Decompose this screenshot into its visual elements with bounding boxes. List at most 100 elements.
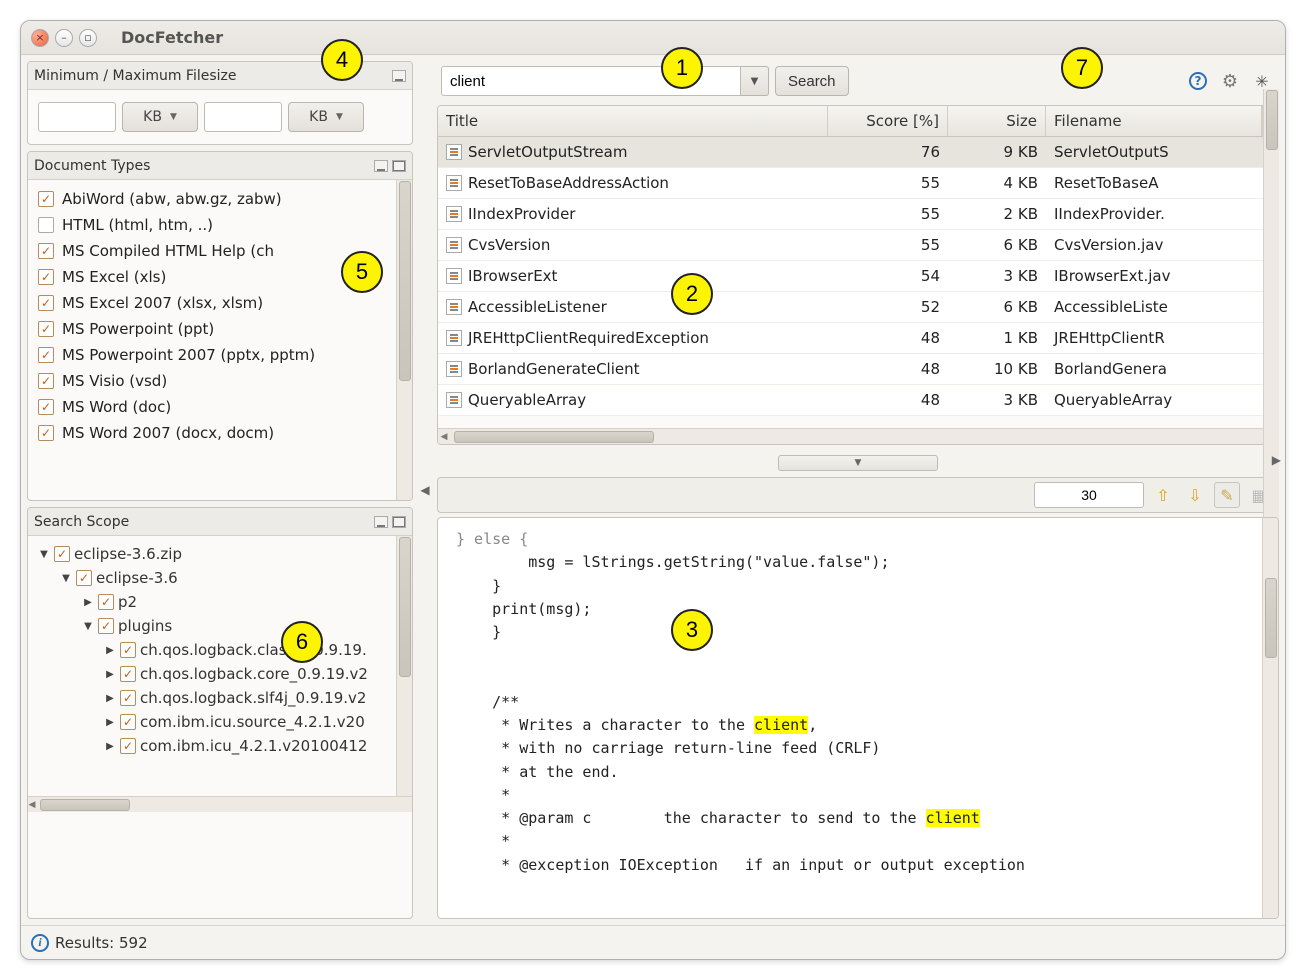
close-icon[interactable]: ×	[31, 29, 49, 47]
tree-expand-icon[interactable]: ▶	[104, 669, 116, 680]
panel-collapse-icon[interactable]: ◀	[419, 61, 431, 919]
minimize-icon[interactable]: –	[55, 29, 73, 47]
doctype-item[interactable]: MS Visio (vsd)	[34, 368, 406, 394]
doctype-label: MS Powerpoint 2007 (pptx, pptm)	[62, 346, 315, 364]
table-row[interactable]: AccessibleListener 52 6 KB AccessibleLis…	[438, 292, 1278, 323]
panel-minimize-icon[interactable]	[392, 70, 406, 82]
document-icon	[446, 392, 462, 408]
tree-item[interactable]: ▼plugins	[34, 614, 406, 638]
checkbox-icon[interactable]	[38, 347, 54, 363]
checkbox-icon[interactable]	[120, 714, 136, 730]
table-row[interactable]: ResetToBaseAddressAction 55 4 KB ResetTo…	[438, 168, 1278, 199]
callout-7: 7	[1061, 47, 1103, 89]
vertical-scrollbar[interactable]	[396, 180, 412, 500]
checkbox-icon[interactable]	[38, 425, 54, 441]
col-size[interactable]: Size	[948, 106, 1046, 136]
checkbox-icon[interactable]	[38, 399, 54, 415]
horizontal-scrollbar[interactable]: ◀ ▶	[438, 428, 1278, 444]
vertical-scrollbar[interactable]	[1262, 518, 1278, 918]
panel-minimize-icon[interactable]	[374, 516, 388, 528]
vertical-scrollbar[interactable]	[396, 536, 412, 796]
horizontal-scrollbar[interactable]: ◀	[28, 796, 412, 812]
table-row[interactable]: JREHttpClientRequiredException 48 1 KB J…	[438, 323, 1278, 354]
max-size-input[interactable]	[204, 102, 282, 132]
checkbox-icon[interactable]	[98, 594, 114, 610]
preview-text: } else { msg = lStrings.getString("value…	[438, 518, 1278, 887]
doctype-item[interactable]: AbiWord (abw, abw.gz, zabw)	[34, 186, 406, 212]
checkbox-icon[interactable]	[120, 690, 136, 706]
left-column: Minimum / Maximum Filesize KB KB Documen…	[27, 61, 413, 919]
checkbox-icon[interactable]	[98, 618, 114, 634]
col-score[interactable]: Score [%]	[828, 106, 948, 136]
tree-expand-icon[interactable]: ▼	[38, 549, 50, 560]
panel-maximize-icon[interactable]	[392, 516, 406, 528]
tree-item[interactable]: ▶com.ibm.icu_4.2.1.v20100412	[34, 734, 406, 758]
min-size-unit-select[interactable]: KB	[122, 102, 198, 132]
tree-item[interactable]: ▶ch.qos.logback.classic_0.9.19.	[34, 638, 406, 662]
tree-expand-icon[interactable]: ▶	[104, 645, 116, 656]
maximize-icon[interactable]: ▫	[79, 29, 97, 47]
document-icon	[446, 206, 462, 222]
document-icon	[446, 330, 462, 346]
table-row[interactable]: ServletOutputStream 76 9 KB ServletOutpu…	[438, 137, 1278, 168]
doctype-item[interactable]: MS Word 2007 (docx, docm)	[34, 420, 406, 446]
checkbox-icon[interactable]	[54, 546, 70, 562]
min-size-input[interactable]	[38, 102, 116, 132]
doctype-item[interactable]: MS Powerpoint (ppt)	[34, 316, 406, 342]
search-history-icon[interactable]: ▼	[741, 66, 769, 96]
checkbox-icon[interactable]	[38, 191, 54, 207]
table-row[interactable]: CvsVersion 55 6 KB CvsVersion.jav	[438, 230, 1278, 261]
checkbox-icon[interactable]	[38, 373, 54, 389]
table-row[interactable]: BorlandGenerateClient 48 10 KB BorlandGe…	[438, 354, 1278, 385]
tree-item[interactable]: ▶ch.qos.logback.slf4j_0.9.19.v2	[34, 686, 406, 710]
doctype-item[interactable]: MS Excel 2007 (xlsx, xlsm)	[34, 290, 406, 316]
settings-gear-icon[interactable]: ⚙	[1217, 68, 1243, 94]
highlight-toggle-icon[interactable]: ✎	[1214, 482, 1240, 508]
prev-match-icon[interactable]: ⇧	[1150, 482, 1176, 508]
results-panel: Title Score [%] Size Filename ServletOut…	[437, 105, 1279, 445]
tree-expand-icon[interactable]: ▼	[60, 573, 72, 584]
tree-expand-icon[interactable]: ▶	[104, 693, 116, 704]
search-button[interactable]: Search	[775, 66, 849, 96]
col-filename[interactable]: Filename	[1046, 106, 1262, 136]
checkbox-icon[interactable]	[38, 295, 54, 311]
next-match-icon[interactable]: ⇩	[1182, 482, 1208, 508]
tree-expand-icon[interactable]: ▶	[104, 741, 116, 752]
checkbox-icon[interactable]	[38, 269, 54, 285]
max-size-unit-select[interactable]: KB	[288, 102, 364, 132]
checkbox-icon[interactable]	[38, 217, 54, 233]
tree-item[interactable]: ▼eclipse-3.6	[34, 566, 406, 590]
tree-item[interactable]: ▶ ch.qos.logback.core_0.9.19.v2	[34, 662, 406, 686]
status-bar: i Results: 592	[21, 925, 1285, 959]
checkbox-icon[interactable]	[38, 243, 54, 259]
panel-maximize-icon[interactable]	[392, 160, 406, 172]
tree-item[interactable]: ▶p2	[34, 590, 406, 614]
doctype-item[interactable]: HTML (html, htm, ..)	[34, 212, 406, 238]
panel-collapse-right-icon[interactable]: ▶	[1272, 453, 1281, 467]
vertical-scrollbar[interactable]	[1263, 105, 1279, 445]
col-title[interactable]: Title	[438, 106, 828, 136]
checkbox-icon[interactable]	[120, 666, 136, 682]
tree-expand-icon[interactable]: ▶	[82, 597, 94, 608]
cell-title: BorlandGenerateClient	[468, 360, 640, 378]
cell-size: 3 KB	[948, 265, 1046, 287]
tree-expand-icon[interactable]: ▼	[82, 621, 94, 632]
help-icon[interactable]: ?	[1185, 68, 1211, 94]
occurrence-field[interactable]	[1034, 482, 1144, 508]
panel-minimize-icon[interactable]	[374, 160, 388, 172]
doctype-item[interactable]: MS Powerpoint 2007 (pptx, pptm)	[34, 342, 406, 368]
checkbox-icon[interactable]	[38, 321, 54, 337]
checkbox-icon[interactable]	[120, 642, 136, 658]
table-row[interactable]: IIndexProvider 55 2 KB IIndexProvider.	[438, 199, 1278, 230]
table-row[interactable]: QueryableArray 48 3 KB QueryableArray	[438, 385, 1278, 416]
tree-item[interactable]: ▼eclipse-3.6.zip	[34, 542, 406, 566]
tree-item[interactable]: ▶com.ibm.icu.source_4.2.1.v20	[34, 710, 406, 734]
right-column: ▼ Search ? ⚙ ✳ Title Score [%] Size File…	[437, 61, 1279, 919]
splitter-handle[interactable]: ▼	[437, 453, 1279, 473]
tree-expand-icon[interactable]: ▶	[104, 717, 116, 728]
tree-label: ch.qos.logback.core_0.9.19.v2	[140, 665, 368, 683]
table-row[interactable]: IBrowserExt 54 3 KB IBrowserExt.jav	[438, 261, 1278, 292]
checkbox-icon[interactable]	[76, 570, 92, 586]
doctype-item[interactable]: MS Word (doc)	[34, 394, 406, 420]
checkbox-icon[interactable]	[120, 738, 136, 754]
